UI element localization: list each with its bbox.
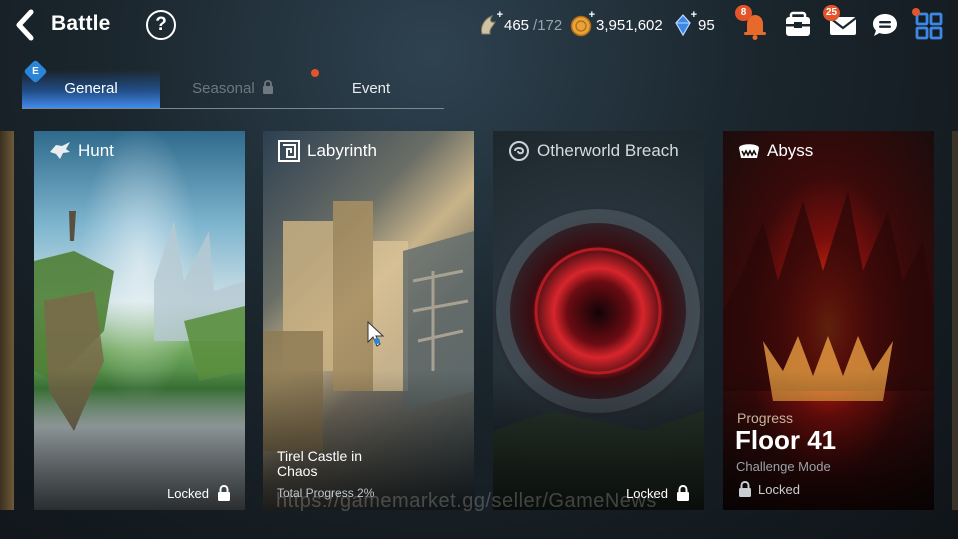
inventory-icon — [786, 11, 810, 36]
gold-counter[interactable]: + 3,951,602 — [570, 9, 663, 40]
event-alert-dot — [311, 69, 319, 77]
abyss-header: Abyss — [737, 140, 813, 162]
gold-amount: 3,951,602 — [596, 16, 663, 34]
hunt-header: Hunt — [48, 140, 114, 162]
tab-seasonal-label: Seasonal — [192, 80, 255, 97]
hunt-lock-label: Locked — [167, 485, 209, 501]
abyss-progress-label: Progress — [737, 410, 794, 426]
tab-event-label: Event — [351, 80, 391, 97]
back-button[interactable] — [12, 8, 44, 42]
mail-button[interactable]: 25 — [823, 5, 860, 42]
menu-alert-dot — [912, 8, 920, 16]
dragon-head-icon — [50, 142, 70, 159]
stamina-max: /172 — [533, 16, 563, 34]
abyss-card[interactable]: Abyss Progress Floor 41 Challenge Mode L… — [723, 131, 934, 510]
labyrinth-title: Labyrinth — [307, 141, 377, 160]
otherworld-title: Otherworld Breach — [537, 141, 679, 160]
chat-button[interactable] — [868, 8, 902, 42]
back-arrow-icon — [16, 9, 34, 41]
watermark: https://gamemarket.gg/seller/GameNews — [276, 490, 657, 512]
abyss-lock-label: Locked — [758, 481, 800, 497]
general-tab-badge: E — [23, 59, 48, 84]
abyss-lock-status: Locked — [738, 481, 800, 497]
help-button[interactable]: ? — [146, 10, 176, 40]
crystal-amount: 95 — [698, 16, 715, 34]
crystal-icon: + — [672, 9, 697, 37]
demon-maw-icon — [739, 144, 759, 158]
hunt-lock-status: Locked — [167, 485, 231, 501]
tab-general-label: General — [64, 80, 118, 97]
main-menu-button[interactable] — [912, 8, 947, 42]
notifications-badge: 8 — [735, 5, 752, 21]
abyss-title: Abyss — [767, 141, 814, 160]
stamina-icon: + — [478, 9, 503, 37]
stamina-current: 465 — [504, 16, 530, 34]
maze-icon — [278, 140, 300, 162]
stamina-counter[interactable]: + 465/172 — [478, 9, 563, 40]
next-card-edge — [952, 131, 958, 510]
page-title: Battle — [51, 12, 111, 35]
labyrinth-header: Labyrinth — [277, 140, 377, 162]
labyrinth-subtitle: Tirel Castle in Chaos — [277, 448, 363, 479]
cursor-icon — [367, 320, 385, 347]
abyss-floor: Floor 41 — [735, 425, 837, 455]
abyss-challenge-mode: Challenge Mode — [736, 459, 831, 474]
inventory-button[interactable] — [781, 8, 815, 42]
gold-coin-icon: + — [570, 9, 595, 37]
hunt-card[interactable]: Hunt Locked — [34, 131, 245, 510]
tab-event[interactable]: Event — [302, 70, 440, 108]
notifications-button[interactable]: 8 — [735, 5, 772, 42]
previous-card-edge — [0, 131, 14, 510]
top-bar: Battle ? + 465/172 + 3,951,602 + 95 8 25 — [0, 0, 958, 50]
crystal-counter[interactable]: + 95 — [672, 9, 715, 40]
lock-icon — [218, 485, 230, 501]
lock-icon — [739, 481, 751, 497]
content-tabs: General Seasonal Event — [22, 70, 444, 109]
chat-icon — [873, 14, 897, 36]
lock-icon — [677, 485, 689, 501]
hunt-title: Hunt — [78, 141, 114, 160]
mail-badge: 25 — [823, 5, 841, 21]
otherworld-header: Otherworld Breach — [507, 140, 679, 162]
tab-seasonal[interactable]: Seasonal — [164, 70, 302, 108]
portal-icon — [509, 141, 529, 161]
lock-icon — [262, 80, 273, 94]
otherworld-breach-card[interactable]: Otherworld Breach Locked — [493, 131, 704, 510]
